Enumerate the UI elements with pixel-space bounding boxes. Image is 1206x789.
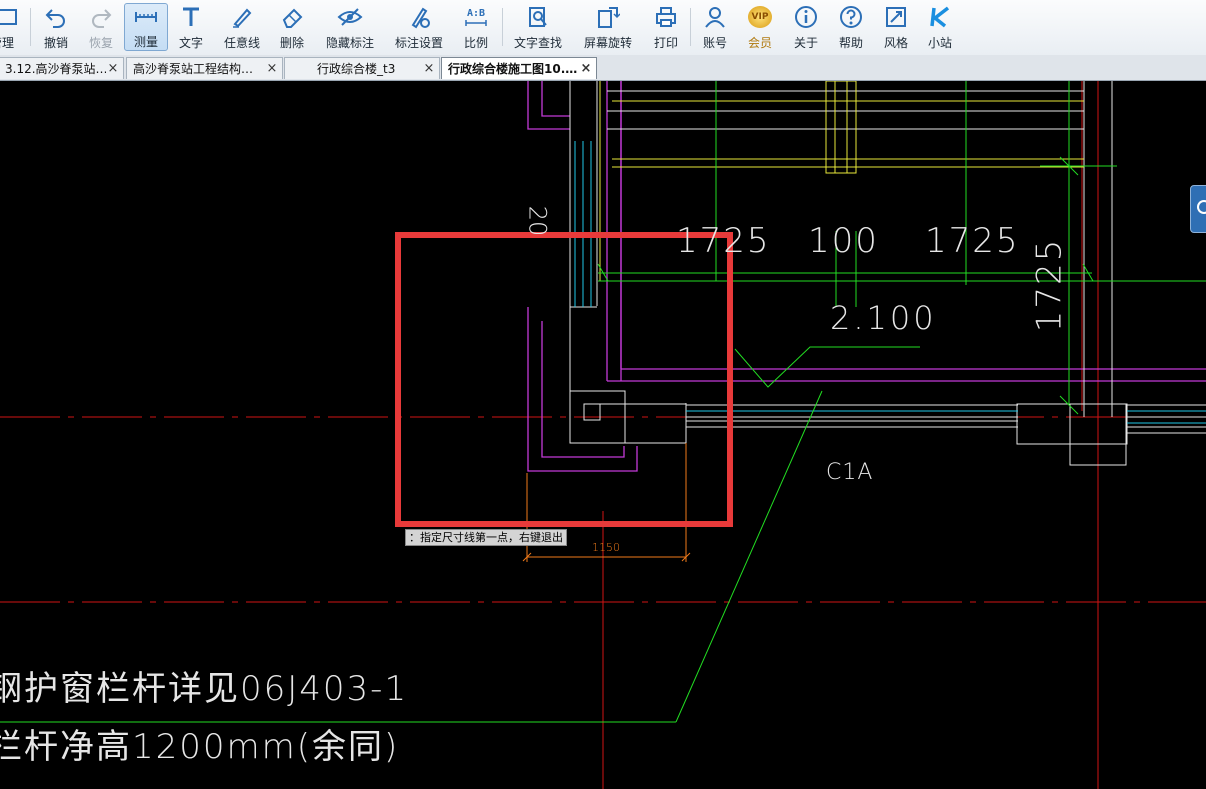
vip-button[interactable]: VIP 会员 — [742, 3, 778, 51]
freeline-button[interactable]: 任意线 — [220, 3, 264, 51]
hide-annotation-button[interactable]: 隐藏标注 — [322, 3, 378, 51]
redo-button[interactable]: 恢复 — [83, 3, 119, 51]
vip-icon: VIP — [746, 3, 774, 31]
tab-title: 行政综合楼施工图10.… — [448, 62, 578, 76]
help-label: 帮助 — [838, 36, 863, 50]
undo-label: 撤销 — [43, 36, 68, 50]
manage-icon — [0, 3, 20, 31]
vip-label: 会员 — [747, 36, 772, 50]
eye-hidden-icon — [336, 3, 364, 31]
side-panel-toggle-button[interactable] — [1190, 185, 1206, 233]
scale-button[interactable]: A:B 比例 — [458, 3, 494, 51]
note-text-line2: 栏杆净高1200mm(余同) — [0, 727, 400, 767]
tab-title: 行政综合楼_t3 — [317, 62, 396, 76]
hide-annotation-label: 隐藏标注 — [325, 36, 374, 50]
undo-icon — [42, 3, 70, 31]
redo-label: 恢复 — [88, 36, 113, 50]
tab-close-icon[interactable]: × — [265, 61, 279, 76]
note-text-line1: 钢护窗栏杆详见06J403-1 — [0, 669, 409, 709]
magenta-wall-lines — [527, 81, 1206, 472]
tab-close-icon[interactable]: × — [422, 61, 436, 76]
main-toolbar: 管理 撤销 恢复 测量 文字 任意线 删除 — [0, 0, 1206, 56]
scale-ratio-icon: A:B — [462, 3, 490, 31]
account-label: 账号 — [702, 36, 727, 50]
scale-icon-text: A:B — [466, 7, 486, 19]
toolbar-separator — [30, 8, 31, 46]
partial-vertical-text: 20 — [523, 205, 552, 237]
tab-title: 高沙脊泵站工程结构… — [133, 62, 254, 76]
about-label: 关于 — [793, 36, 818, 50]
document-tab[interactable]: 3.12.高沙脊泵站… × — [0, 57, 124, 79]
elevation-text: 2.100 — [830, 299, 937, 337]
measure-label: 测量 — [133, 35, 158, 49]
measure-ruler-icon — [132, 4, 160, 30]
dimension-text-1725-right: 1725 — [925, 221, 1020, 261]
dimension-text-1725-left: 1725 — [676, 221, 771, 261]
text-T-icon — [177, 3, 205, 31]
pencil-icon — [228, 3, 256, 31]
text-search-button[interactable]: 文字查找 — [510, 3, 566, 51]
annotation-settings-label: 标注设置 — [394, 36, 443, 50]
document-tab[interactable]: 高沙脊泵站工程结构… × — [126, 57, 283, 79]
text-button[interactable]: 文字 — [173, 3, 209, 51]
k-logo-icon — [926, 3, 954, 31]
info-icon — [792, 3, 820, 31]
document-tab[interactable]: 行政综合楼_t3 × — [284, 57, 440, 79]
command-hint-tooltip: ：指定尺寸线第一点，右键退出 — [405, 529, 567, 546]
help-icon — [837, 3, 865, 31]
scale-label: 比例 — [463, 36, 488, 50]
screen-rotate-label: 屏幕旋转 — [583, 36, 632, 50]
dimension-text-100: 100 — [808, 221, 879, 261]
mini-site-button[interactable]: 小站 — [922, 3, 958, 51]
printer-icon — [652, 3, 680, 31]
dimension-text-1725-vertical: 1725 — [1029, 237, 1070, 333]
style-icon — [882, 3, 910, 31]
delete-button[interactable]: 删除 — [274, 3, 310, 51]
mini-site-label: 小站 — [927, 36, 952, 50]
style-button[interactable]: 风格 — [878, 3, 914, 51]
annotation-settings-icon — [405, 3, 433, 31]
account-button[interactable]: 账号 — [697, 3, 733, 51]
text-label: 文字 — [178, 36, 203, 50]
toolbar-separator — [690, 8, 691, 46]
measurement-value-text: 1150 — [592, 541, 620, 554]
user-icon — [701, 3, 729, 31]
style-label: 风格 — [883, 36, 908, 50]
measure-button[interactable]: 测量 — [124, 3, 168, 51]
print-button[interactable]: 打印 — [648, 3, 684, 51]
toolbar-separator — [502, 8, 503, 46]
help-button[interactable]: 帮助 — [833, 3, 869, 51]
tab-close-icon[interactable]: × — [106, 61, 120, 76]
manage-label: 管理 — [0, 36, 14, 50]
print-label: 打印 — [653, 36, 678, 50]
delete-label: 删除 — [279, 36, 304, 50]
document-tab-bar: 3.12.高沙脊泵站… × 高沙脊泵站工程结构… × 行政综合楼_t3 × 行政… — [0, 55, 1206, 81]
about-button[interactable]: 关于 — [788, 3, 824, 51]
window-tag-text: C1A — [826, 460, 874, 485]
eraser-icon — [278, 3, 306, 31]
text-search-icon — [524, 3, 552, 31]
tab-title: 3.12.高沙脊泵站… — [5, 62, 106, 76]
selection-highlight-box — [395, 232, 733, 527]
freeline-label: 任意线 — [223, 36, 260, 50]
document-tab-active[interactable]: 行政综合楼施工图10.… × — [441, 57, 597, 79]
vip-icon-text: VIP — [751, 12, 769, 22]
tab-close-icon[interactable]: × — [579, 61, 593, 76]
manage-button[interactable]: 管理 — [0, 3, 20, 51]
redo-icon — [87, 3, 115, 31]
refresh-icon — [1197, 200, 1206, 214]
screen-rotate-icon — [594, 3, 622, 31]
annotation-settings-button[interactable]: 标注设置 — [391, 3, 447, 51]
screen-rotate-button[interactable]: 屏幕旋转 — [580, 3, 636, 51]
text-search-label: 文字查找 — [513, 36, 562, 50]
undo-button[interactable]: 撤销 — [38, 3, 74, 51]
cad-drawing-canvas[interactable]: 1725 100 1725 1725 2.100 C1A 20 钢护窗栏杆详见0… — [0, 81, 1206, 789]
